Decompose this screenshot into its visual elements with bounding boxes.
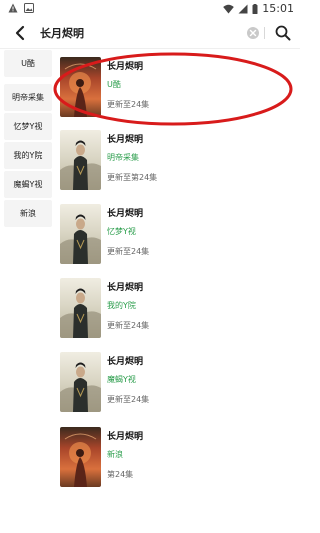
result-item[interactable]: 长月烬明 新浪 第24集 — [60, 427, 300, 501]
poster-image — [60, 427, 101, 487]
battery-icon — [252, 3, 258, 14]
result-status: 更新至第24集 — [107, 173, 158, 182]
result-item[interactable]: 长月烬明 明帝采集 更新至第24集 — [60, 130, 300, 204]
poster-image — [60, 130, 101, 190]
poster-image — [60, 352, 101, 412]
result-status: 更新至24集 — [107, 395, 150, 404]
result-status: 更新至24集 — [107, 247, 150, 256]
result-source: U酷 — [107, 80, 121, 89]
search-divider — [264, 27, 265, 39]
poster-image — [60, 204, 101, 264]
image-icon — [24, 3, 34, 13]
sidebar-item-xinlang[interactable]: 新浪 — [4, 200, 52, 227]
result-status: 第24集 — [107, 470, 134, 479]
status-bar-left — [8, 3, 34, 13]
clear-icon[interactable] — [246, 26, 260, 40]
result-title: 长月烬明 — [107, 62, 144, 72]
result-source: 新浪 — [107, 450, 123, 459]
result-item[interactable]: 长月烬明 魔蝎Y视 更新至24集 — [60, 352, 300, 426]
signal-icon — [238, 4, 248, 13]
poster-image — [60, 57, 101, 117]
header-divider — [0, 48, 300, 49]
result-item[interactable]: 长月烬明 我的Y院 更新至24集 — [60, 278, 300, 352]
clock-time: 15:01 — [262, 2, 294, 15]
search-icon[interactable] — [274, 24, 292, 42]
sidebar-item-moxie[interactable]: 魔蝎Y视 — [4, 171, 52, 198]
wifi-icon — [223, 4, 235, 13]
back-icon[interactable] — [12, 24, 30, 42]
result-title: 长月烬明 — [107, 432, 144, 442]
result-title: 长月烬明 — [107, 209, 144, 219]
result-title: 长月烬明 — [107, 357, 144, 367]
sidebar-item-uku[interactable]: U酷 — [4, 50, 52, 77]
sidebar-item-wodeyuan[interactable]: 我的Y院 — [4, 142, 52, 169]
result-item[interactable]: 长月烬明 U酷 更新至24集 — [60, 57, 300, 131]
result-status: 更新至24集 — [107, 100, 150, 109]
alert-icon — [8, 3, 18, 13]
search-input[interactable]: 长月烬明 — [40, 25, 84, 41]
result-title: 长月烬明 — [107, 135, 144, 145]
status-bar: 15:01 — [0, 0, 300, 16]
status-bar-right: 15:01 — [223, 2, 294, 15]
result-source: 我的Y院 — [107, 301, 136, 310]
result-source: 忆梦Y视 — [107, 227, 136, 236]
result-title: 长月烬明 — [107, 283, 144, 293]
result-item[interactable]: 长月烬明 忆梦Y视 更新至24集 — [60, 204, 300, 278]
sidebar-item-yimeng[interactable]: 忆梦Y视 — [4, 113, 52, 140]
result-source: 魔蝎Y视 — [107, 375, 136, 384]
poster-image — [60, 278, 101, 338]
sidebar-item-mingdi[interactable]: 明帝采集 — [4, 84, 52, 111]
search-bar: 长月烬明 — [0, 20, 300, 46]
result-source: 明帝采集 — [107, 153, 139, 162]
result-status: 更新至24集 — [107, 321, 150, 330]
